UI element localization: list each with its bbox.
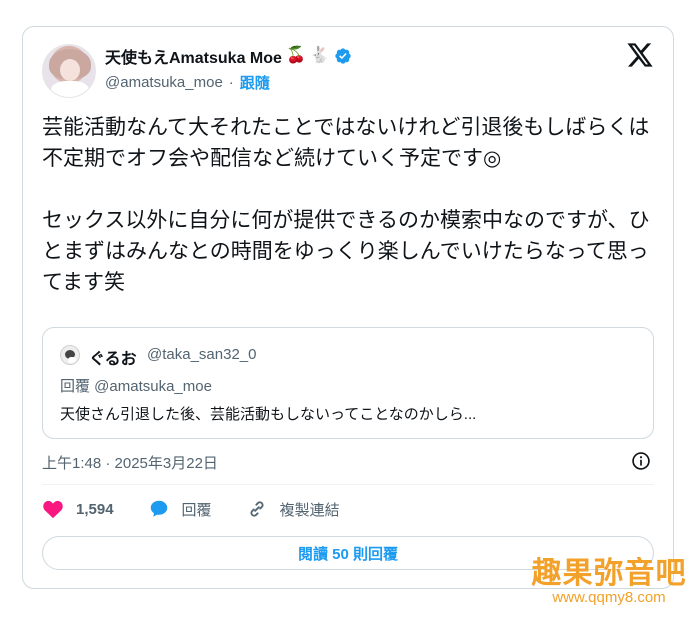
- heart-icon: [43, 500, 63, 519]
- cherry-emoji: 🍒: [285, 47, 306, 64]
- quote-reply-to: 回覆 @amatsuka_moe: [60, 378, 212, 395]
- divider: [42, 484, 654, 485]
- reply-label: 回覆: [181, 501, 212, 519]
- reply-button[interactable]: 回覆: [148, 498, 212, 520]
- quote-author-avatar: [60, 345, 80, 365]
- speech-bubble-icon: [150, 500, 167, 517]
- tweet-paragraph: セックス以外に自分に何が提供できるのか模索中なのですが、ひとまずはみんなとの時間…: [42, 209, 650, 294]
- quote-author-handle: @taka_san32_0: [147, 346, 257, 363]
- author-handle-row: @amatsuka_moe · 跟隨: [105, 72, 270, 93]
- copy-link-label: 複製連結: [279, 501, 340, 519]
- x-logo-icon[interactable]: [626, 42, 654, 68]
- watermark: 趣果弥音吧 www.qqmy8.com: [529, 558, 689, 606]
- tweet-text: 芸能活動なんて大それたことではないけれど引退後もしばらくは不定期でオフ会や配信な…: [42, 112, 654, 298]
- like-button[interactable]: 1,594: [42, 498, 114, 520]
- tweet-timestamp[interactable]: 上午1:48 · 2025年3月22日: [42, 452, 218, 473]
- follow-button[interactable]: 跟隨: [240, 72, 270, 93]
- quoted-tweet[interactable]: ぐるお @taka_san32_0 回覆 @amatsuka_moe 天使さん引…: [42, 327, 654, 439]
- quote-author-name: ぐるお: [89, 351, 137, 368]
- copy-link-button[interactable]: 複製連結: [246, 498, 340, 520]
- like-count: 1,594: [76, 500, 114, 518]
- tweet-paragraph: 芸能活動なんて大それたことではないけれど引退後もしばらくは不定期でオフ会や配信な…: [42, 116, 650, 170]
- watermark-url: www.qqmy8.com: [552, 589, 666, 606]
- author-handle[interactable]: @amatsuka_moe: [105, 74, 223, 91]
- quote-text: 天使さん引退した後、芸能活動もしないってことなのかしら...: [60, 406, 477, 423]
- info-icon[interactable]: [631, 451, 651, 471]
- separator-dot: ·: [228, 74, 234, 91]
- author-avatar[interactable]: [42, 44, 96, 98]
- rabbit-emoji: 🐇: [309, 47, 330, 64]
- verified-badge-icon: [335, 48, 351, 64]
- author-name-row[interactable]: 天使もえAmatsuka Moe 🍒 🐇: [105, 44, 352, 68]
- link-icon: [250, 501, 264, 517]
- watermark-title: 趣果弥音吧: [531, 557, 687, 590]
- author-name[interactable]: 天使もえAmatsuka Moe: [105, 44, 282, 68]
- action-bar: 1,594 回覆 複製連結: [42, 497, 374, 521]
